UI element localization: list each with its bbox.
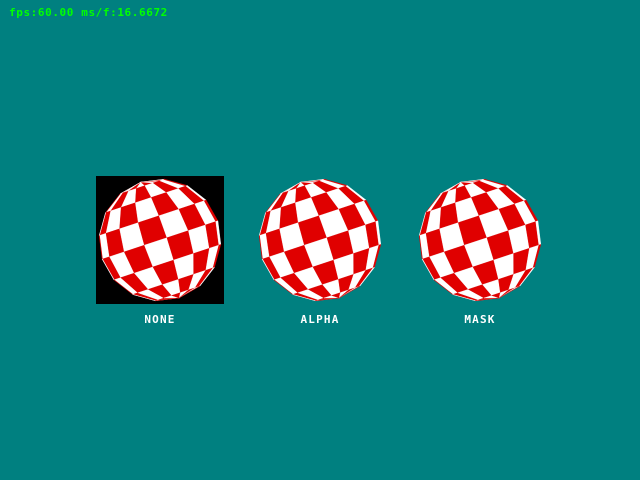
sprite-none	[96, 176, 224, 304]
label-mask: MASK	[464, 313, 496, 326]
sprite-alpha	[256, 176, 384, 304]
checkered-ball-sprite-mask	[418, 178, 542, 302]
fps-counter: fps:60.00 ms/f:16.6672	[9, 6, 168, 19]
label-alpha: ALPHA	[300, 313, 340, 326]
checkered-ball	[258, 178, 382, 302]
checkered-ball-sprite-none	[96, 176, 224, 304]
label-none: NONE	[144, 313, 176, 326]
sprite-mask	[416, 176, 544, 304]
checkered-ball	[418, 178, 542, 302]
checkered-ball	[98, 178, 222, 302]
checkered-ball-sprite-alpha	[258, 178, 382, 302]
